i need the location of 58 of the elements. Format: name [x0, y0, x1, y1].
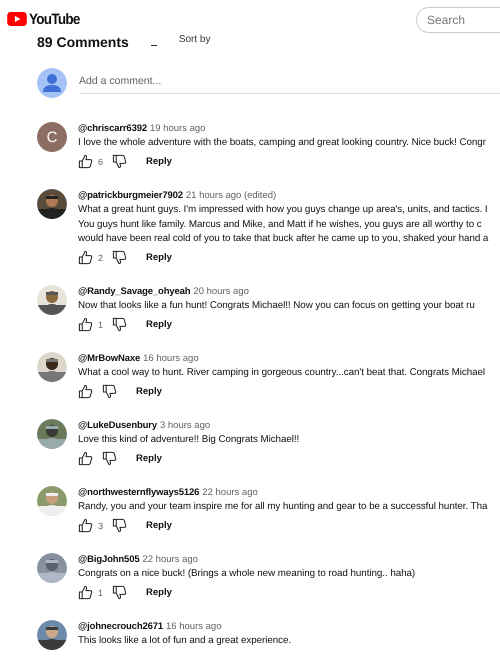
- like-count: 3: [98, 520, 104, 530]
- comment-author[interactable]: @MrBowNaxe: [78, 352, 140, 365]
- thumbs-down-icon[interactable]: [112, 518, 128, 533]
- like-count: 1: [98, 588, 104, 598]
- comment-time: 20 hours ago: [193, 285, 249, 298]
- thumbs-up-icon[interactable]: [78, 154, 93, 169]
- comment-text: Congrats on a nice buck! (Brings a whole new meaning to road hunting.. haha): [78, 567, 416, 581]
- reply-button[interactable]: Reply: [140, 517, 178, 534]
- comment-text: I love the whole adventure with the boats, camping and great looking country. Nice buck! Congr: [78, 136, 487, 150]
- user-avatar-icon: [37, 68, 67, 98]
- thumbs-up-icon[interactable]: [78, 451, 93, 466]
- thumbs-down-icon[interactable]: [112, 154, 128, 169]
- comment-time: 3 hours ago: [160, 419, 210, 432]
- comment-count: 89 Comments: [37, 35, 129, 49]
- thumbs-down-icon[interactable]: [112, 585, 128, 600]
- comment-text: This looks like a lot of fun and a great experience.: [78, 634, 292, 648]
- sort-by-menu[interactable]: Sort by: [178, 35, 210, 45]
- comment-author[interactable]: @Randy_Savage_ohyeah: [78, 285, 190, 298]
- reply-button[interactable]: Reply: [140, 249, 178, 266]
- comment-time: 22 hours ago: [142, 553, 198, 566]
- comment-text: What a cool way to hunt. River camping in gorgeous country...can't beat that. Congrats Michael: [78, 366, 486, 380]
- thumbs-up-icon[interactable]: [78, 250, 93, 265]
- comment-author[interactable]: @BigJohn505: [78, 553, 140, 566]
- like-count: 2: [98, 252, 104, 262]
- search-field[interactable]: Search: [416, 7, 500, 33]
- like-count: 1: [98, 320, 104, 330]
- add-comment-field[interactable]: Add a comment...: [79, 74, 500, 94]
- thumbs-down-icon[interactable]: [102, 384, 117, 399]
- thumbs-down-icon[interactable]: [112, 250, 128, 265]
- comment-text: Now that looks like a fun hunt! Congrats Michael!! Now you can focus on getting your boat ru: [78, 299, 476, 313]
- thumbs-down-icon[interactable]: [112, 317, 128, 332]
- comment-time: 16 hours ago: [166, 620, 222, 633]
- letter-avatar: C: [37, 122, 67, 152]
- reply-button[interactable]: Reply: [130, 450, 168, 467]
- thumbs-up-icon[interactable]: [78, 518, 93, 533]
- comment-author[interactable]: @johnecrouch2671: [78, 620, 164, 633]
- reply-button[interactable]: Reply: [130, 383, 168, 400]
- comment-author[interactable]: @chriscarr6392: [78, 122, 147, 135]
- comment-text: Randy, you and your team inspire me for all my hunting and gear to be a successful hunter. Tha: [78, 500, 488, 514]
- like-count: 6: [98, 156, 104, 166]
- comment-time: 16 hours ago: [143, 352, 199, 365]
- thumbs-up-icon[interactable]: [78, 317, 93, 332]
- reply-button[interactable]: Reply: [140, 153, 178, 170]
- comment-author[interactable]: @LukeDusenbury: [78, 419, 157, 432]
- comment-time: 22 hours ago: [202, 486, 258, 499]
- comment-text: Love this kind of adventure!! Big Congrats Michael!!: [78, 433, 300, 447]
- reply-button[interactable]: Reply: [140, 316, 178, 333]
- comment-time: 21 hours ago (edited): [186, 189, 276, 202]
- reply-button[interactable]: Reply: [140, 584, 178, 601]
- comment-time: 19 hours ago: [150, 122, 206, 135]
- comment-author[interactable]: @northwesternflyways5126: [78, 486, 200, 499]
- comment-author[interactable]: @patrickburgmeier7902: [78, 189, 183, 202]
- comment-text: What a great hunt guys. I'm impressed with how you guys change up area's, units, and tactics. I You guys hunt like family. Marcus and Mike, and Matt if he wishes, you guys are all worthy to c would have been real cold of you to take that buck after he came up to you, shaked your hand a: [78, 203, 490, 246]
- play-logo-icon: [7, 12, 27, 26]
- thumbs-down-icon[interactable]: [102, 451, 117, 466]
- thumbs-up-icon[interactable]: [78, 585, 93, 600]
- logo-wordmark[interactable]: YouTube: [29, 10, 80, 28]
- thumbs-up-icon[interactable]: [78, 384, 93, 399]
